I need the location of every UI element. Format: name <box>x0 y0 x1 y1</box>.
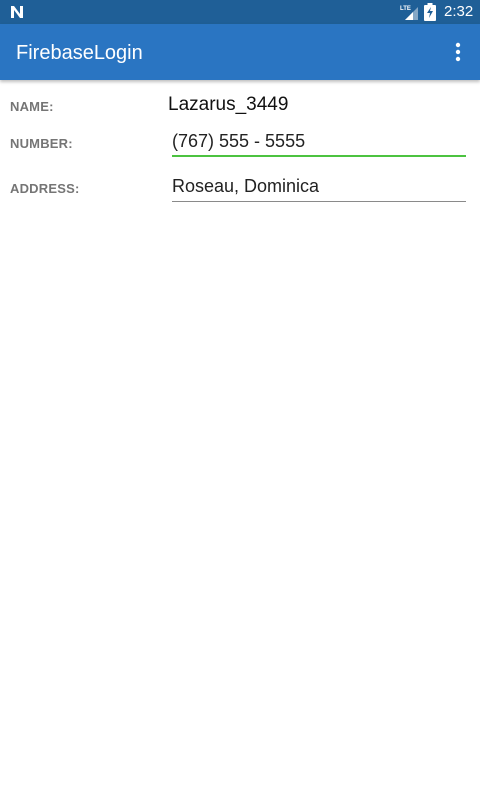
number-label: NUMBER: <box>10 136 73 151</box>
status-bar: LTE 2:32 <box>0 0 480 24</box>
more-vert-icon[interactable] <box>446 38 470 66</box>
battery-charging-icon <box>424 3 436 21</box>
address-label: ADDRESS: <box>10 181 80 196</box>
n-notification-icon <box>11 6 23 18</box>
app-title: FirebaseLogin <box>16 42 143 64</box>
address-field[interactable] <box>172 172 466 202</box>
name-label: NAME: <box>10 99 54 114</box>
lte-signal-icon: LTE <box>400 6 418 20</box>
name-value: Lazarus_3449 <box>168 94 289 115</box>
status-clock: 2:32 <box>444 3 474 20</box>
number-field[interactable] <box>172 127 466 157</box>
svg-text:LTE: LTE <box>400 6 411 12</box>
app-bar: FirebaseLogin <box>0 24 480 80</box>
